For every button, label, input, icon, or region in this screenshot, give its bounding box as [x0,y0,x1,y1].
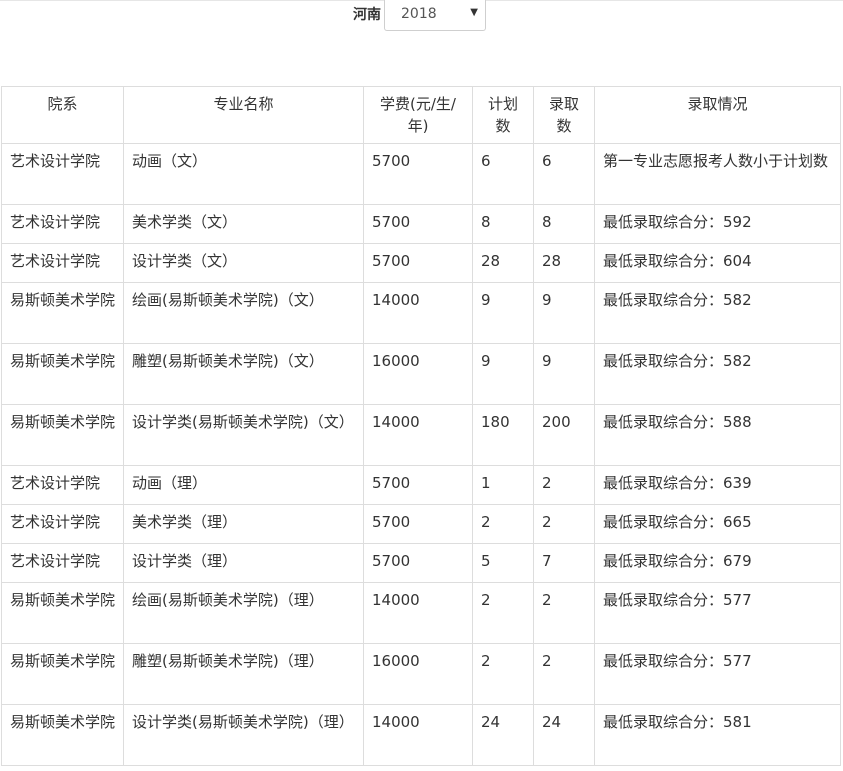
cell-tuition: 5700 [363,504,473,544]
cell-admitted-count: 8 [533,204,595,244]
cell-admission-status: 最低录取综合分：577 [594,582,841,644]
header-admission-status: 录取情况 [594,86,841,144]
cell-tuition: 5700 [363,465,473,505]
cell-plan-count: 2 [472,582,534,644]
filter-bar: 河南 2018 ▼ [353,0,486,32]
cell-plan-count: 24 [472,704,534,766]
table-row: 艺术设计学院 美术学类（理） 5700 2 2 最低录取综合分：665 [1,504,841,544]
cell-admitted-count: 28 [533,243,595,283]
cell-major: 雕塑(易斯顿美术学院)（文） [123,343,364,405]
cell-department: 易斯顿美术学院 [1,643,124,705]
cell-admitted-count: 2 [533,643,595,705]
header-tuition: 学费(元/生/年) [363,86,473,144]
table-row: 艺术设计学院 设计学类（理） 5700 5 7 最低录取综合分：679 [1,543,841,583]
table-row: 艺术设计学院 动画（理） 5700 1 2 最低录取综合分：639 [1,465,841,505]
cell-major: 美术学类（理） [123,504,364,544]
cell-plan-count: 2 [472,643,534,705]
cell-admitted-count: 24 [533,704,595,766]
cell-department: 易斯顿美术学院 [1,343,124,405]
cell-major: 设计学类(易斯顿美术学院)（文） [123,404,364,466]
table-row: 易斯顿美术学院 雕塑(易斯顿美术学院)（文） 16000 9 9 最低录取综合分… [1,343,841,405]
cell-department: 艺术设计学院 [1,204,124,244]
cell-tuition: 16000 [363,643,473,705]
cell-admission-status: 最低录取综合分：604 [594,243,841,283]
cell-major: 设计学类（理） [123,543,364,583]
cell-department: 艺术设计学院 [1,504,124,544]
cell-plan-count: 28 [472,243,534,283]
cell-admission-status: 最低录取综合分：665 [594,504,841,544]
table-row: 易斯顿美术学院 设计学类(易斯顿美术学院)（文） 14000 180 200 最… [1,404,841,466]
cell-plan-count: 5 [472,543,534,583]
cell-plan-count: 2 [472,504,534,544]
cell-admitted-count: 200 [533,404,595,466]
cell-tuition: 14000 [363,582,473,644]
cell-admitted-count: 2 [533,465,595,505]
header-department: 院系 [1,86,124,144]
cell-admitted-count: 2 [533,504,595,544]
cell-admitted-count: 6 [533,143,595,205]
cell-department: 艺术设计学院 [1,543,124,583]
table-row: 艺术设计学院 美术学类（文） 5700 8 8 最低录取综合分：592 [1,204,841,244]
table-row: 易斯顿美术学院 雕塑(易斯顿美术学院)（理） 16000 2 2 最低录取综合分… [1,643,841,705]
table-row: 易斯顿美术学院 绘画(易斯顿美术学院)（文） 14000 9 9 最低录取综合分… [1,282,841,344]
cell-department: 艺术设计学院 [1,465,124,505]
admission-table: 院系 专业名称 学费(元/生/年) 计划数 录取数 录取情况 艺术设计学院 动画… [1,86,841,766]
cell-admission-status: 最低录取综合分：582 [594,343,841,405]
table-header-row: 院系 专业名称 学费(元/生/年) 计划数 录取数 录取情况 [1,86,841,144]
cell-major: 设计学类（文） [123,243,364,283]
province-label: 河南 [353,7,381,23]
header-admitted-count: 录取数 [533,86,595,144]
cell-department: 易斯顿美术学院 [1,704,124,766]
cell-major: 绘画(易斯顿美术学院)（文） [123,282,364,344]
table-row: 易斯顿美术学院 设计学类(易斯顿美术学院)（理） 14000 24 24 最低录… [1,704,841,766]
cell-admission-status: 最低录取综合分：581 [594,704,841,766]
cell-major: 动画（理） [123,465,364,505]
cell-admission-status: 最低录取综合分：582 [594,282,841,344]
cell-admitted-count: 2 [533,582,595,644]
cell-major: 动画（文） [123,143,364,205]
cell-department: 易斯顿美术学院 [1,404,124,466]
cell-plan-count: 6 [472,143,534,205]
cell-tuition: 14000 [363,282,473,344]
cell-tuition: 16000 [363,343,473,405]
table-row: 艺术设计学院 动画（文） 5700 6 6 第一专业志愿报考人数小于计划数 [1,143,841,205]
header-major: 专业名称 [123,86,364,144]
cell-department: 艺术设计学院 [1,143,124,205]
cell-admitted-count: 9 [533,343,595,405]
cell-major: 美术学类（文） [123,204,364,244]
cell-admission-status: 最低录取综合分：639 [594,465,841,505]
cell-major: 绘画(易斯顿美术学院)（理） [123,582,364,644]
cell-plan-count: 9 [472,343,534,405]
cell-admission-status: 第一专业志愿报考人数小于计划数 [594,143,841,205]
cell-admission-status: 最低录取综合分：592 [594,204,841,244]
cell-plan-count: 180 [472,404,534,466]
cell-major: 雕塑(易斯顿美术学院)（理） [123,643,364,705]
cell-tuition: 5700 [363,204,473,244]
cell-department: 易斯顿美术学院 [1,282,124,344]
cell-department: 艺术设计学院 [1,243,124,283]
cell-plan-count: 1 [472,465,534,505]
cell-major: 设计学类(易斯顿美术学院)（理） [123,704,364,766]
cell-plan-count: 8 [472,204,534,244]
table-row: 易斯顿美术学院 绘画(易斯顿美术学院)（理） 14000 2 2 最低录取综合分… [1,582,841,644]
table-row: 艺术设计学院 设计学类（文） 5700 28 28 最低录取综合分：604 [1,243,841,283]
cell-tuition: 5700 [363,543,473,583]
cell-tuition: 5700 [363,143,473,205]
year-select[interactable]: 2018 ▼ [384,0,486,31]
cell-tuition: 5700 [363,243,473,283]
cell-plan-count: 9 [472,282,534,344]
cell-admission-status: 最低录取综合分：679 [594,543,841,583]
cell-admission-status: 最低录取综合分：577 [594,643,841,705]
header-plan-count: 计划数 [472,86,534,144]
year-select-value: 2018 [401,6,437,22]
cell-tuition: 14000 [363,404,473,466]
cell-tuition: 14000 [363,704,473,766]
cell-department: 易斯顿美术学院 [1,582,124,644]
cell-admitted-count: 9 [533,282,595,344]
cell-admitted-count: 7 [533,543,595,583]
cell-admission-status: 最低录取综合分：588 [594,404,841,466]
caret-down-icon: ▼ [470,7,478,18]
